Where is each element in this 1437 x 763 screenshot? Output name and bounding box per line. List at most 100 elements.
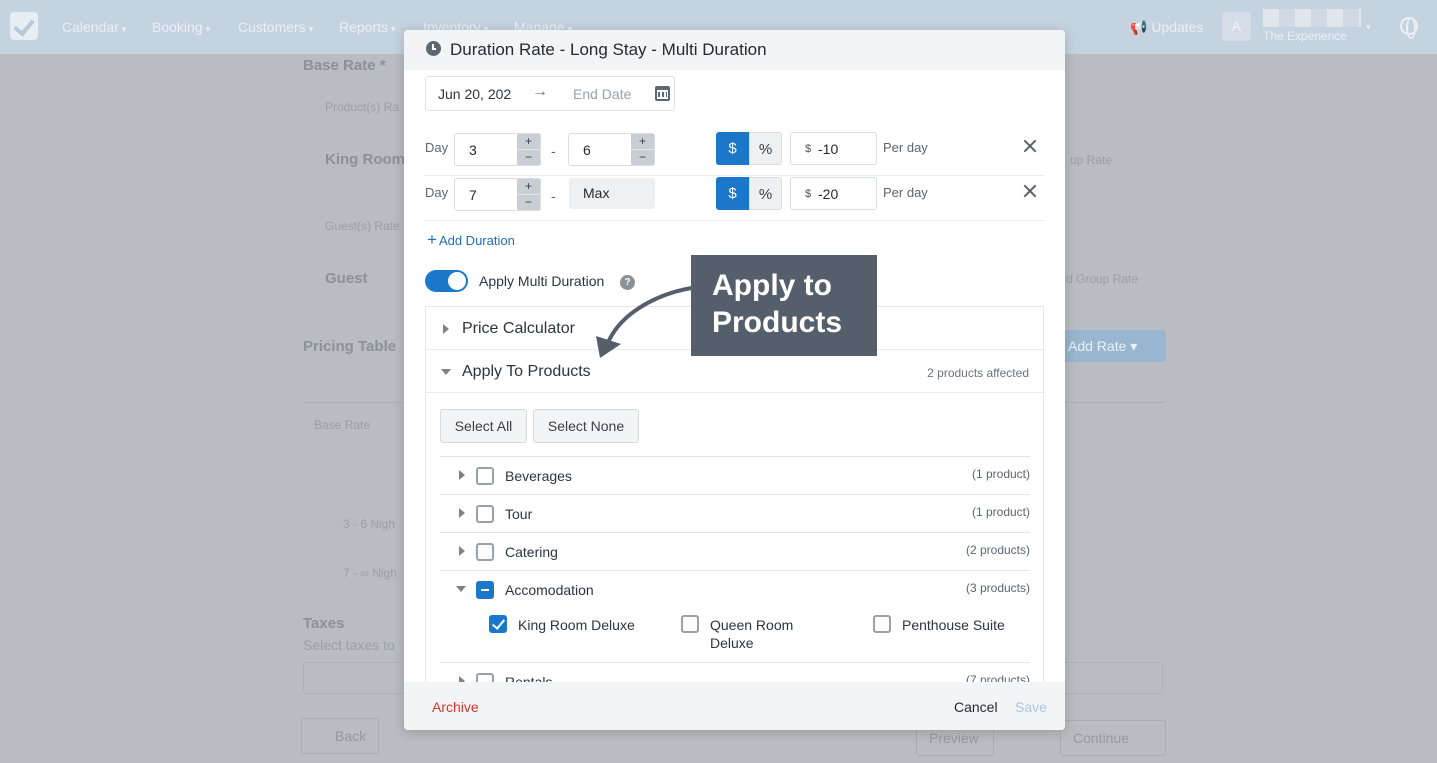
checkbox-indeterminate[interactable] bbox=[476, 581, 494, 599]
chevron-down-icon: ▾ bbox=[391, 24, 396, 34]
increment-button[interactable]: + bbox=[517, 179, 540, 194]
select-none-button[interactable]: Select None bbox=[533, 409, 639, 443]
duration-rate-modal: Duration Rate - Long Stay - Multi Durati… bbox=[404, 30, 1065, 730]
nav-reports[interactable]: Reports ▾ bbox=[339, 19, 396, 35]
percent-toggle-button[interactable]: % bbox=[749, 177, 782, 210]
remove-duration-close-icon[interactable] bbox=[1023, 139, 1037, 153]
globe-icon[interactable] bbox=[1400, 17, 1418, 39]
avatar[interactable]: A bbox=[1222, 12, 1251, 41]
pricing-table-base-rate: Base Rate bbox=[314, 418, 371, 432]
caret-down-icon[interactable] bbox=[456, 586, 466, 592]
from-day-value[interactable]: 7 bbox=[469, 187, 477, 203]
product-group-name: Tour bbox=[505, 506, 533, 522]
start-date-input[interactable]: Jun 20, 202 bbox=[438, 86, 511, 102]
modal-title: Duration Rate - Long Stay - Multi Durati… bbox=[450, 40, 767, 59]
nav-label: Reports bbox=[339, 19, 389, 35]
product-group-row[interactable]: Catering (2 products) bbox=[440, 532, 1030, 570]
product-name: Penthouse Suite bbox=[902, 617, 1005, 633]
from-day-value[interactable]: 3 bbox=[469, 142, 477, 158]
amount-input[interactable]: $ -20 bbox=[790, 177, 877, 210]
nav-label: Booking bbox=[152, 19, 203, 35]
product-group-count: (1 product) bbox=[971, 467, 1030, 481]
dollar-toggle-button[interactable]: $ bbox=[716, 132, 749, 165]
add-rate-button[interactable]: Add Rate ▾ bbox=[1050, 330, 1166, 362]
to-day-stepper[interactable]: 6 + − bbox=[568, 133, 655, 166]
updates-link[interactable]: 📢 Updates bbox=[1130, 19, 1203, 36]
modal-header: Duration Rate - Long Stay - Multi Durati… bbox=[404, 30, 1065, 70]
account-logo-redacted bbox=[1263, 9, 1361, 27]
save-button[interactable]: Save bbox=[1015, 699, 1047, 715]
product-group-row[interactable]: Tour (1 product) bbox=[440, 494, 1030, 532]
chevron-down-icon: ▾ bbox=[205, 24, 211, 34]
duration-row: Day 7 + − - Max $ % $ -20 Per day bbox=[425, 177, 1045, 221]
archive-button[interactable]: Archive bbox=[432, 699, 479, 715]
caret-right-icon[interactable] bbox=[459, 546, 465, 556]
from-day-stepper[interactable]: 3 + − bbox=[454, 133, 541, 166]
caret-right-icon[interactable] bbox=[459, 508, 465, 518]
king-room-label: King Room bbox=[325, 151, 405, 168]
nav-calendar[interactable]: Calendar ▾ bbox=[62, 19, 126, 35]
day-label: Day bbox=[425, 140, 449, 155]
continue-button[interactable]: Continue bbox=[1060, 720, 1166, 756]
checkbox[interactable] bbox=[476, 543, 494, 561]
range-dash: - bbox=[551, 143, 556, 159]
duration-row: Day 3 + − - 6 + − $ % $ -10 Per day bbox=[425, 132, 1045, 176]
guest-label: Guest bbox=[325, 270, 368, 287]
to-day-value[interactable]: 6 bbox=[583, 142, 591, 158]
chevron-down-icon: ▾ bbox=[308, 24, 314, 34]
checkbox-checked[interactable] bbox=[489, 615, 507, 633]
date-range-picker[interactable]: Jun 20, 202 → End Date bbox=[425, 76, 675, 111]
guest-group-rate-label: d Group Rate bbox=[1066, 272, 1139, 286]
stepper-buttons: + − bbox=[517, 134, 540, 165]
calendar-icon[interactable] bbox=[655, 86, 670, 101]
unit-label: Per day bbox=[883, 185, 928, 200]
nav-customers[interactable]: Customers ▾ bbox=[238, 19, 313, 35]
decrement-button[interactable]: − bbox=[517, 149, 540, 164]
range-dash: - bbox=[551, 188, 556, 204]
nav-booking[interactable]: Booking ▾ bbox=[152, 19, 210, 35]
app-logo-icon[interactable] bbox=[10, 12, 38, 40]
checkbox[interactable] bbox=[873, 615, 891, 633]
remove-duration-close-icon[interactable] bbox=[1023, 184, 1037, 198]
increment-button[interactable]: + bbox=[517, 134, 540, 149]
currency-symbol: $ bbox=[805, 188, 812, 200]
pricing-row-1: 3 - 6 Nigh bbox=[343, 517, 396, 531]
dollar-toggle-button[interactable]: $ bbox=[716, 177, 749, 210]
checkbox[interactable] bbox=[681, 615, 699, 633]
product-name: King Room Deluxe bbox=[518, 617, 635, 633]
add-duration-link[interactable]: + Add Duration bbox=[427, 230, 515, 250]
pricing-table-heading: Pricing Table bbox=[303, 338, 397, 355]
checkbox[interactable] bbox=[476, 467, 494, 485]
apply-multi-duration-toggle[interactable] bbox=[425, 270, 468, 292]
product-group-row[interactable]: Beverages (1 product) bbox=[440, 456, 1030, 494]
megaphone-icon: 📢 bbox=[1130, 19, 1148, 35]
taxes-heading: Taxes bbox=[303, 615, 345, 632]
end-date-input[interactable]: End Date bbox=[573, 86, 631, 102]
help-icon[interactable]: ? bbox=[620, 275, 635, 290]
caret-right-icon[interactable] bbox=[459, 470, 465, 480]
amount-value[interactable]: -10 bbox=[818, 141, 838, 157]
back-button[interactable]: Back bbox=[301, 718, 379, 754]
decrement-button[interactable]: − bbox=[631, 149, 654, 164]
apply-to-products-section[interactable]: Apply To Products 2 products affected bbox=[426, 350, 1043, 393]
increment-button[interactable]: + bbox=[631, 134, 654, 149]
product-group-count: (2 products) bbox=[965, 543, 1030, 557]
decrement-button[interactable]: − bbox=[517, 194, 540, 209]
group-rate-label: up Rate bbox=[1070, 153, 1113, 167]
chevron-down-icon: ▾ bbox=[121, 24, 127, 34]
product-group-name: Beverages bbox=[505, 468, 572, 484]
product-group-count: (3 products) bbox=[965, 581, 1030, 595]
percent-toggle-button[interactable]: % bbox=[749, 132, 782, 165]
checkbox[interactable] bbox=[476, 505, 494, 523]
caret-down-icon bbox=[441, 369, 451, 375]
amount-input[interactable]: $ -10 bbox=[790, 132, 877, 165]
amount-value[interactable]: -20 bbox=[818, 186, 838, 202]
cancel-button[interactable]: Cancel bbox=[954, 699, 998, 715]
select-all-button[interactable]: Select All bbox=[440, 409, 527, 443]
guests-rate-label: Guest(s) Rate bbox=[325, 219, 400, 233]
from-day-stepper[interactable]: 7 + − bbox=[454, 178, 541, 211]
pricing-row-2: 7 - ∞ Nigh bbox=[343, 566, 397, 580]
products-affected-count: 2 products affected bbox=[927, 366, 1029, 380]
chevron-down-icon[interactable]: ▾ bbox=[1366, 22, 1371, 33]
product-name: Queen Room Deluxe bbox=[710, 617, 794, 651]
